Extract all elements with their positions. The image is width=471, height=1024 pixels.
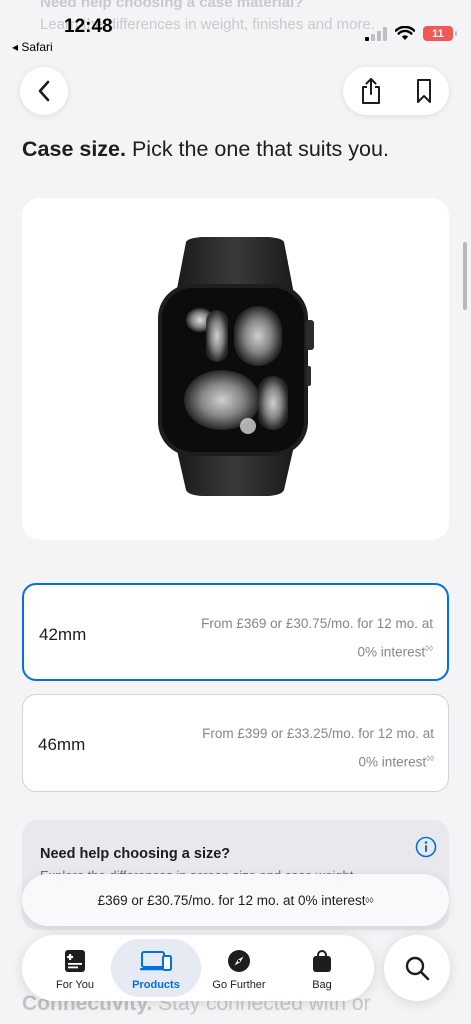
tab-label: Go Further [212, 979, 266, 991]
size-price-line2: 0% interest [357, 644, 426, 660]
wifi-icon [395, 26, 415, 40]
size-price: From £369 or £30.75/mo. for 12 mo. at 0%… [163, 611, 433, 665]
status-back-to-app[interactable]: ◂ Safari [12, 40, 53, 54]
background-heading: Need help choosing a case material? [40, 0, 304, 11]
price-bar-text: £369 or £30.75/mo. for 12 mo. at 0% inte… [97, 892, 366, 908]
status-back-app-label: Safari [21, 40, 53, 54]
battery-indicator: 11 [423, 26, 457, 41]
tab-label: For You [56, 979, 94, 991]
tab-products[interactable]: Products [111, 939, 201, 997]
tab-label: Bag [312, 979, 332, 991]
help-title: Need help choosing a size? [40, 846, 231, 862]
share-icon[interactable] [360, 77, 382, 105]
bookmark-icon[interactable] [415, 78, 433, 104]
tab-bar: For You Products Go Further Bag [22, 935, 374, 1001]
compass-icon [228, 950, 250, 972]
cellular-signal-icon [365, 26, 387, 41]
product-image-card [22, 198, 449, 540]
actions-group [343, 67, 449, 115]
tab-bag[interactable]: Bag [277, 939, 367, 997]
battery-level: 11 [432, 27, 444, 40]
tab-for-you[interactable]: For You [30, 939, 120, 997]
size-label: 42mm [39, 625, 87, 644]
bag-icon [313, 950, 331, 972]
size-price-line2: 0% interest [358, 754, 427, 770]
search-icon [405, 956, 430, 981]
products-icon [140, 951, 172, 971]
footnote-mark: ◊◊ [426, 754, 434, 763]
tab-go-further[interactable]: Go Further [194, 939, 284, 997]
status-time: 12:48 [64, 16, 113, 37]
info-icon[interactable] [415, 836, 437, 858]
size-price: From £399 or £33.25/mo. for 12 mo. at 0%… [164, 721, 434, 775]
size-price-line1: From £369 or £30.75/mo. for 12 mo. at [201, 616, 433, 631]
back-button[interactable] [20, 67, 68, 115]
search-button[interactable] [384, 935, 450, 1001]
footnote-mark: ◊◊ [425, 644, 433, 653]
apple-watch-image [158, 237, 314, 496]
scroll-indicator[interactable] [463, 242, 467, 310]
footnote-mark: ◊◊ [365, 895, 374, 905]
tab-label: Products [132, 979, 180, 991]
size-label: 46mm [38, 735, 86, 754]
headline-bold: Case size. [22, 137, 126, 161]
size-option-46mm[interactable]: 46mm From £399 or £33.25/mo. for 12 mo. … [22, 694, 449, 792]
sticky-price-bar: £369 or £30.75/mo. for 12 mo. at 0% inte… [22, 874, 449, 926]
for-you-icon [65, 950, 85, 972]
size-option-42mm[interactable]: 42mm From £369 or £30.75/mo. for 12 mo. … [22, 583, 449, 681]
size-price-line1: From £399 or £33.25/mo. for 12 mo. at [202, 726, 434, 741]
chevron-left-icon [38, 80, 50, 102]
status-indicators: 11 [365, 26, 457, 41]
section-headline: Case size. Pick the one that suits you. [22, 137, 389, 162]
headline-rest: Pick the one that suits you. [131, 137, 389, 161]
